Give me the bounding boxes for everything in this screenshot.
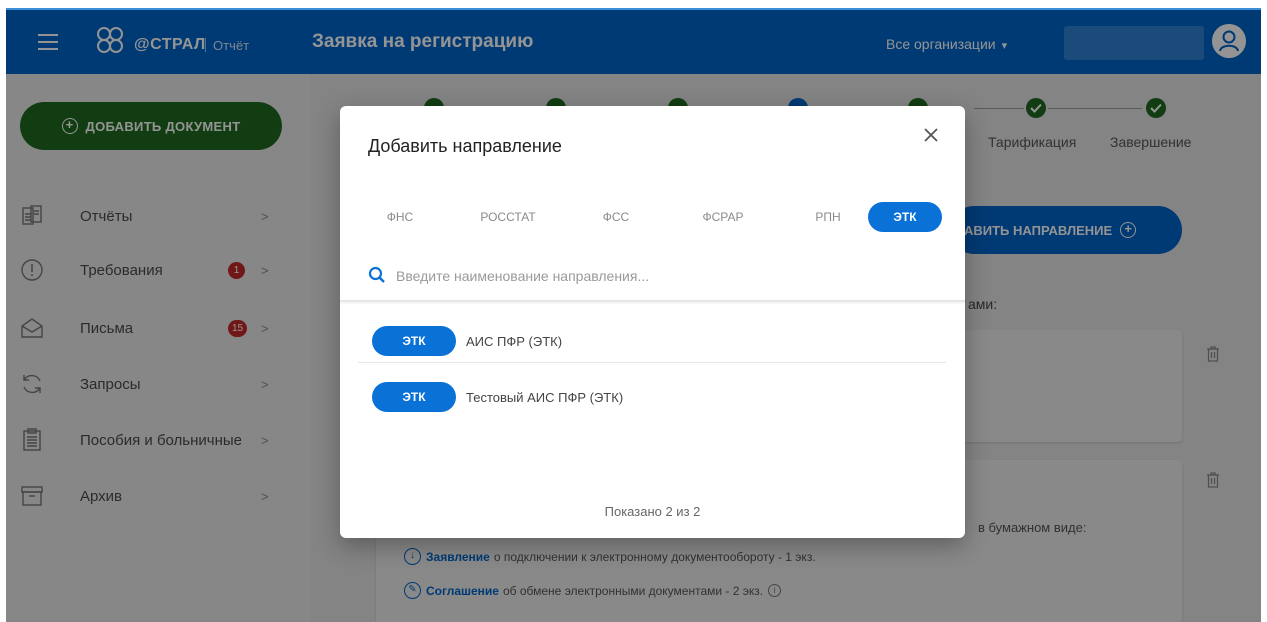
direction-name: Тестовый АИС ПФР (ЭТК) <box>466 390 624 405</box>
tab-fns[interactable]: ФНС <box>368 202 432 232</box>
screen-frame: @СТРАЛ Отчёт Заявка на регистрацию Все о… <box>0 0 1267 622</box>
tab-rpn[interactable]: РПН <box>796 202 860 232</box>
direction-search <box>368 262 938 290</box>
tab-rosstat[interactable]: РОССТАТ <box>466 202 550 232</box>
direction-tabs: ФНС РОССТАТ ФСС ФСРАР РПН ЭТК <box>368 202 948 236</box>
tab-fsrar[interactable]: ФСРАР <box>686 202 760 232</box>
dialog-title: Добавить направление <box>368 136 562 156</box>
direction-result-item[interactable]: ЭТК Тестовый АИС ПФР (ЭТК) <box>358 370 946 426</box>
direction-tag: ЭТК <box>372 326 456 356</box>
divider <box>340 300 965 302</box>
results-count: Показано 2 из 2 <box>604 504 701 519</box>
close-icon[interactable] <box>922 126 940 144</box>
divider <box>358 362 946 363</box>
direction-tag: ЭТК <box>372 382 456 412</box>
tab-etk[interactable]: ЭТК <box>868 202 942 232</box>
tab-fss[interactable]: ФСС <box>584 202 648 232</box>
search-icon <box>368 266 385 283</box>
app-window: @СТРАЛ Отчёт Заявка на регистрацию Все о… <box>6 8 1261 622</box>
direction-name: АИС ПФР (ЭТК) <box>466 334 563 349</box>
search-input[interactable] <box>396 262 936 290</box>
add-direction-dialog: Добавить направление ФНС РОССТАТ ФСС ФСР… <box>340 106 965 538</box>
